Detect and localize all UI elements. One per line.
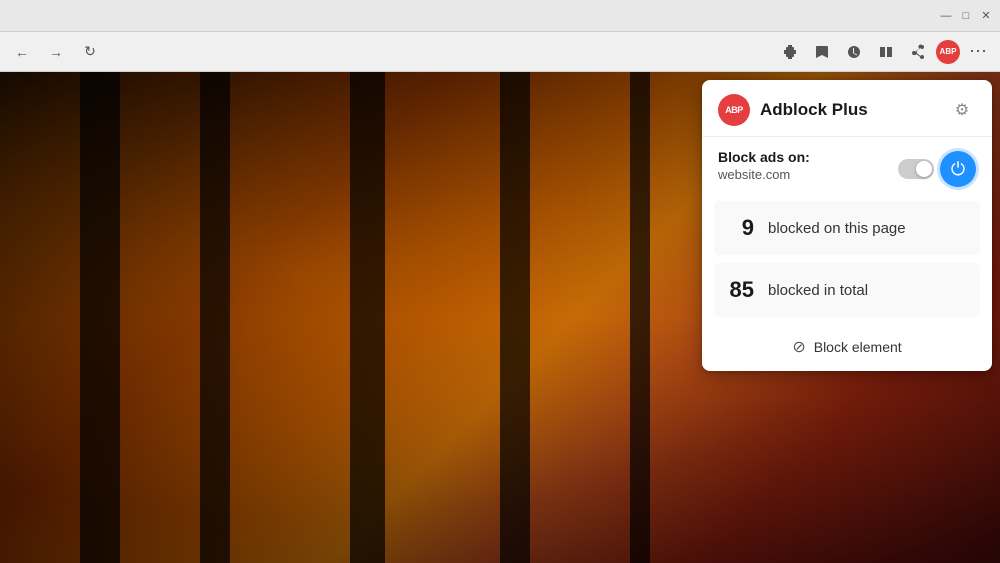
blocked-total-count: 85 [726,277,754,303]
enabled-toggle[interactable] [898,159,934,179]
block-ads-section: Block ads on: website.com ⏻ [702,136,992,201]
stat-row-total: 85 blocked in total [714,263,980,317]
toggle-container: ⏻ [898,151,976,187]
popup-header: ABP Adblock Plus ⚙ [702,80,992,136]
back-button[interactable]: ← [8,38,36,66]
block-ads-label: Block ads on: [718,149,810,165]
abp-popup: ABP Adblock Plus ⚙ Block ads on: website… [702,80,992,371]
page-content: ABP Adblock Plus ⚙ Block ads on: website… [0,72,1000,563]
blocked-page-label: blocked on this page [768,220,906,237]
refresh-button[interactable]: ↻ [76,38,104,66]
forward-button[interactable]: → [42,38,70,66]
title-bar: — □ ✕ [0,0,1000,32]
maximize-button[interactable]: □ [960,10,972,22]
block-ads-domain: website.com [718,167,810,182]
blocked-page-count: 9 [726,215,754,241]
abp-extension-icon[interactable]: ABP [936,40,960,64]
power-button[interactable]: ⏻ [940,151,976,187]
blocked-total-label: blocked in total [768,282,868,299]
share-button[interactable] [904,38,932,66]
block-ads-left: Block ads on: website.com [718,149,810,182]
settings-button[interactable]: ⚙ [948,96,976,124]
block-element-button[interactable]: ⊘ Block element [702,325,992,371]
abp-logo: ABP [718,94,750,126]
extensions-button[interactable] [776,38,804,66]
toggle-thumb [916,161,932,177]
block-element-icon: ⊘ [792,337,805,357]
block-element-text: Block element [814,339,902,355]
block-ads-row: Block ads on: website.com ⏻ [718,149,976,187]
browser-frame: — □ ✕ ← → ↻ [0,0,1000,563]
extension-icons: ABP ⋯ [776,38,992,66]
browser-menu-button[interactable]: ⋯ [964,38,992,66]
reader-button[interactable] [872,38,900,66]
bookmark-button[interactable] [808,38,836,66]
close-button[interactable]: ✕ [980,10,992,22]
power-icon: ⏻ [951,160,965,178]
minimize-button[interactable]: — [940,10,952,22]
history-button[interactable] [840,38,868,66]
nav-bar: ← → ↻ [0,32,1000,72]
stat-row-page: 9 blocked on this page [714,201,980,255]
stats-section: 9 blocked on this page 85 blocked in tot… [702,201,992,317]
popup-title: Adblock Plus [760,100,938,120]
